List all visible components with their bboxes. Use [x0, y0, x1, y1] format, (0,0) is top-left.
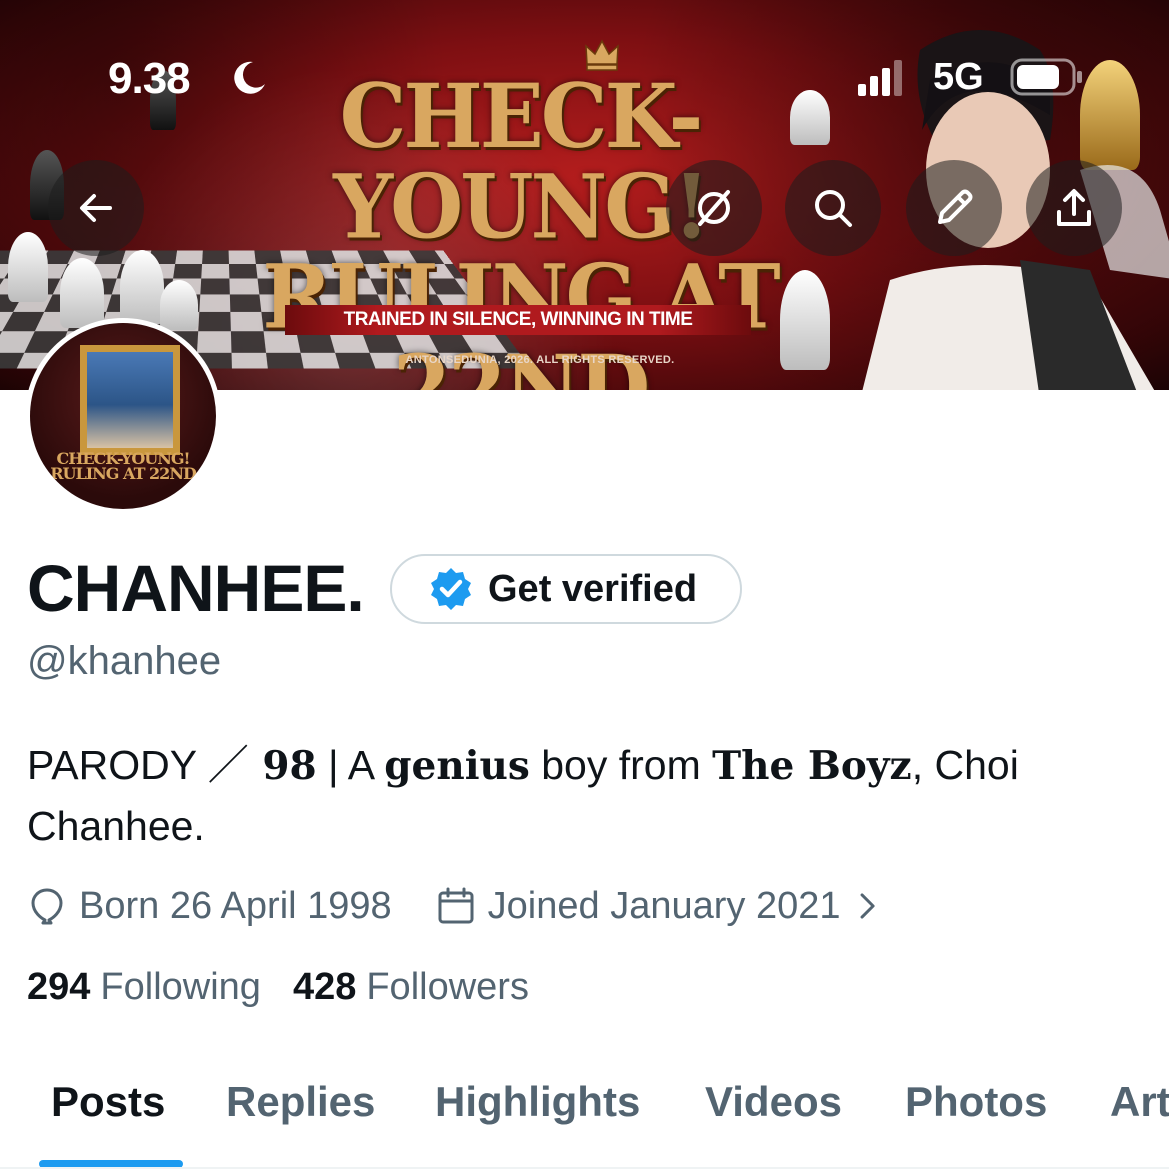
back-button[interactable] — [48, 160, 144, 256]
search-button[interactable] — [785, 160, 881, 256]
avatar-caption-line2: RULING AT 22ND — [50, 464, 197, 483]
bio-highlight: The Boyz — [712, 743, 912, 789]
battery-icon — [1010, 58, 1082, 96]
chess-piece — [60, 258, 104, 328]
profile-avatar[interactable]: CHECK-YOUNG! RULING AT 22ND — [25, 318, 221, 514]
followers-link[interactable]: 428 Followers — [293, 966, 529, 1009]
get-verified-button[interactable]: Get verified — [390, 554, 742, 624]
bio-highlight: genius — [384, 743, 530, 789]
avatar-image: CHECK-YOUNG! RULING AT 22ND — [30, 323, 216, 509]
bio-text: boy from — [529, 742, 713, 788]
tab-highlights[interactable]: Highlights — [435, 1078, 640, 1126]
display-name: CHANHEE. — [27, 551, 365, 625]
following-label: Following — [100, 966, 261, 1008]
tab-posts[interactable]: Posts — [51, 1078, 165, 1126]
bio-year: 98 — [248, 743, 317, 789]
profile-tabs: Posts Replies Highlights Videos Photos A… — [0, 1060, 1169, 1174]
calendar-icon — [438, 887, 474, 924]
following-link[interactable]: 294 Following — [27, 966, 261, 1009]
banner-copyright: ANTONSEDUNIA, 2026. ALL RIGHTS RESERVED. — [405, 354, 675, 366]
bio-slash: ／ — [207, 742, 249, 788]
search-icon — [815, 190, 852, 227]
joined-label: Joined January 2021 — [487, 884, 841, 927]
user-handle: @khanhee — [27, 639, 222, 683]
get-verified-label: Get verified — [488, 567, 698, 610]
followers-count: 428 — [292, 966, 357, 1008]
chess-piece — [120, 250, 164, 324]
status-time: 9.38 — [108, 54, 191, 103]
tab-videos[interactable]: Videos — [705, 1078, 842, 1126]
birthday-label: Born 26 April 1998 — [79, 884, 392, 927]
moon-icon — [234, 61, 265, 94]
profile-bio: PARODY ／ 98 | A genius boy from The Boyz… — [27, 735, 1137, 856]
balloon-icon — [31, 888, 63, 925]
tab-articles[interactable]: Articles — [1110, 1078, 1169, 1126]
chevron-right-icon — [860, 893, 875, 919]
bio-text: | A — [316, 742, 385, 788]
chess-piece — [8, 232, 48, 302]
edit-icon — [938, 189, 973, 224]
share-icon — [1057, 189, 1091, 226]
back-arrow-icon — [80, 194, 112, 222]
avatar-caption: CHECK-YOUNG! RULING AT 22ND — [30, 451, 216, 483]
signal-icon — [858, 60, 902, 96]
tab-photos[interactable]: Photos — [905, 1078, 1047, 1126]
edit-profile-button[interactable] — [906, 160, 1002, 256]
following-count: 294 — [27, 966, 91, 1008]
profile-meta: Born 26 April 1998 Joined January 2021 — [27, 882, 941, 930]
followers-label: Followers — [366, 966, 529, 1008]
avatar-photo-frame — [80, 345, 180, 455]
banner-tagline: TRAINED IN SILENCE, WINNING IN TIME — [285, 305, 751, 335]
network-label: 5G — [933, 56, 984, 98]
bio-text: PARODY — [27, 742, 208, 788]
hide-icon — [698, 190, 730, 226]
tab-replies[interactable]: Replies — [226, 1078, 375, 1126]
birthday-info: Born 26 April 1998 — [27, 885, 392, 928]
joined-info[interactable]: Joined January 2021 — [436, 885, 897, 928]
hide-button[interactable] — [666, 160, 762, 256]
follow-stats: 294 Following 428 Followers — [27, 966, 561, 1009]
profile-banner[interactable]: CHECK-YOUNG! RULING AT 22ND TRAINED IN S… — [0, 0, 1169, 390]
chess-piece — [160, 280, 198, 330]
share-button[interactable] — [1026, 160, 1122, 256]
verified-badge-icon — [431, 568, 471, 610]
tabs-divider — [0, 1167, 1169, 1169]
